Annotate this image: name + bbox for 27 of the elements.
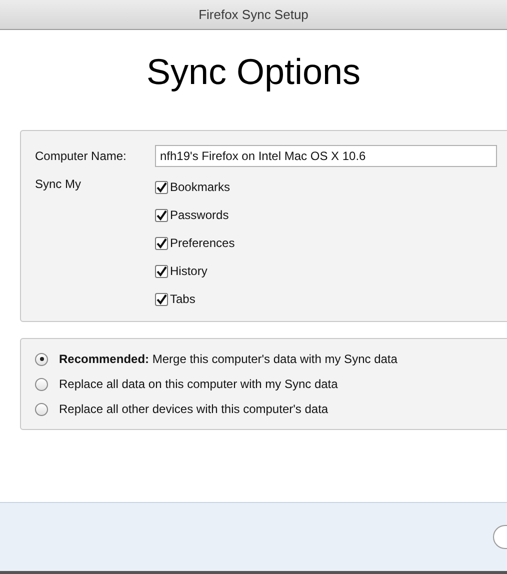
checkbox[interactable] bbox=[155, 180, 168, 194]
page-heading: Sync Options bbox=[146, 50, 361, 94]
checkbox-label: History bbox=[170, 263, 208, 280]
radio-button[interactable] bbox=[35, 402, 48, 416]
check-icon bbox=[156, 294, 167, 304]
check-icon bbox=[156, 210, 167, 220]
computer-name-field[interactable]: nfh19's Firefox on Intel Mac OS X 10.6 bbox=[155, 145, 497, 167]
checkbox[interactable] bbox=[155, 292, 168, 306]
check-icon bbox=[156, 238, 167, 248]
checkbox[interactable] bbox=[155, 236, 168, 250]
field-label: Computer Name: bbox=[35, 148, 128, 165]
radio-button[interactable] bbox=[35, 352, 48, 366]
window-title: Firefox Sync Setup bbox=[198, 6, 308, 24]
checkbox[interactable] bbox=[155, 264, 168, 278]
button[interactable] bbox=[493, 525, 507, 549]
checkbox-label: Tabs bbox=[170, 291, 196, 308]
radio-button[interactable] bbox=[35, 378, 48, 390]
check-icon bbox=[156, 266, 167, 276]
check-icon bbox=[156, 182, 167, 192]
checkbox-label: Preferences bbox=[170, 235, 235, 252]
radio-label: Replace all other devices with this computer's data bbox=[59, 401, 328, 418]
checkbox-label: Passwords bbox=[170, 207, 229, 224]
radio-label: Recommended: Merge this computer's data with my Sync data bbox=[59, 351, 398, 368]
radio-label: Replace all data on this computer with my Sync data bbox=[59, 376, 338, 393]
checkbox[interactable] bbox=[155, 208, 168, 222]
checkbox-label: Bookmarks bbox=[170, 179, 230, 196]
section-label: Sync My bbox=[35, 176, 82, 193]
